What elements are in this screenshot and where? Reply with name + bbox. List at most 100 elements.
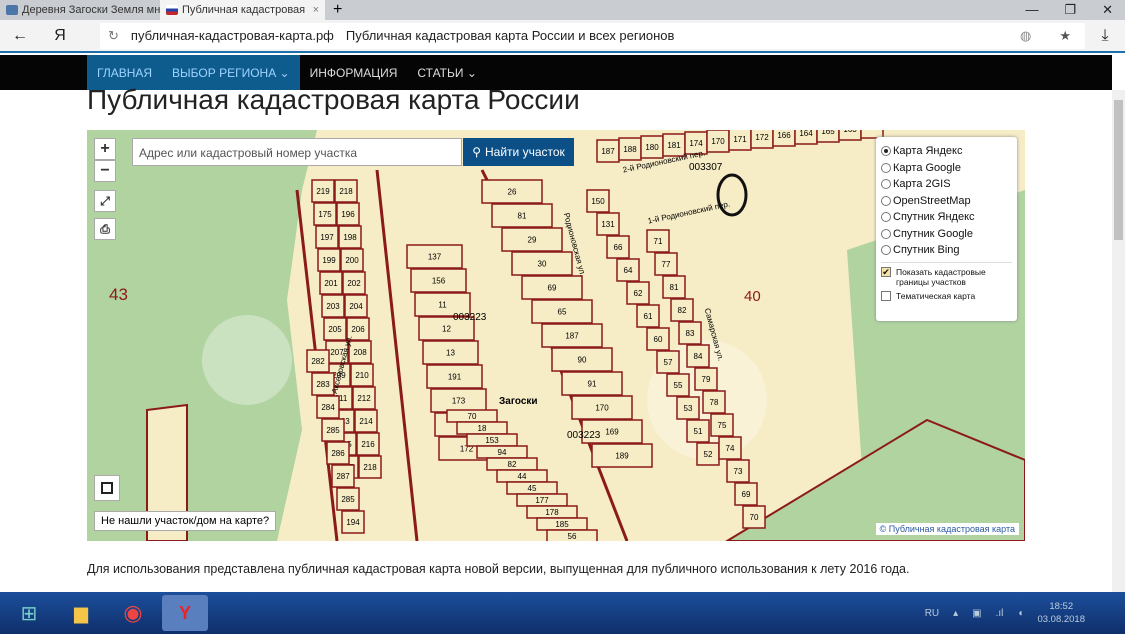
find-parcel-label: Найти участок xyxy=(485,145,565,159)
language-indicator[interactable]: RU xyxy=(925,608,939,619)
parcel-number: 173 xyxy=(452,397,466,406)
parcel-number: 71 xyxy=(654,237,663,246)
vk-icon xyxy=(6,5,18,15)
globe-icon[interactable]: ◍ xyxy=(1020,28,1031,44)
parcel-number: 13 xyxy=(446,349,455,358)
parcel: 61 xyxy=(636,304,660,328)
close-window-icon[interactable]: ✕ xyxy=(1102,2,1113,18)
start-button[interactable]: ⊞ xyxy=(6,595,52,631)
layer-option[interactable]: Спутник Google xyxy=(881,226,1012,243)
radio-icon xyxy=(881,195,891,206)
parcel-number: 286 xyxy=(331,449,345,458)
explorer-icon[interactable]: ▆ xyxy=(58,595,104,631)
parcel: 52 xyxy=(696,442,720,466)
parcel: 177 xyxy=(516,493,568,507)
minimize-icon[interactable]: — xyxy=(1025,2,1038,18)
thematic-map-checkbox[interactable]: Тематическая карта xyxy=(881,290,1012,301)
parcel: 197 xyxy=(315,225,339,249)
layer-option[interactable]: Карта 2GIS xyxy=(881,176,1012,193)
tray-arrow-icon[interactable]: ▴ xyxy=(953,608,958,619)
scrollbar[interactable] xyxy=(1112,90,1125,592)
close-tab-icon[interactable]: × xyxy=(313,4,319,16)
radio-icon xyxy=(881,228,891,239)
square-icon xyxy=(101,482,113,494)
new-tab-button[interactable]: + xyxy=(333,1,342,19)
parcel-number: 44 xyxy=(518,472,527,481)
radio-icon xyxy=(881,162,891,173)
signal-icon[interactable]: .ıl xyxy=(996,608,1004,619)
zoom-out-button[interactable]: − xyxy=(94,160,116,182)
parcel: 282 xyxy=(306,349,330,373)
layer-option[interactable]: Карта Яндекс xyxy=(881,143,1012,160)
not-found-button[interactable]: Не нашли участок/дом на карте? xyxy=(94,511,277,531)
cadastral-map[interactable]: 2191751971992012032052072092112132152172… xyxy=(87,130,1025,541)
yandex-logo[interactable]: Я xyxy=(40,27,80,45)
fullscreen-icon[interactable]: ⤢ xyxy=(94,190,116,212)
parcel: 214 xyxy=(354,409,378,433)
zoom-in-button[interactable]: + xyxy=(94,138,116,160)
show-borders-checkbox[interactable]: ✔ Показать кадастровые границы участков xyxy=(881,266,1012,287)
parcel-number: 202 xyxy=(347,279,361,288)
parcel: 164 xyxy=(794,130,818,145)
parcel-number: 75 xyxy=(718,421,727,430)
parcel: 187 xyxy=(541,323,603,348)
parcel: 173 xyxy=(430,388,487,413)
search-icon: ⚲ xyxy=(472,145,481,159)
chrome-icon[interactable]: ◉ xyxy=(110,595,156,631)
download-icon[interactable]: ⤓ xyxy=(1085,27,1125,45)
search-input[interactable]: Адрес или кадастровый номер участка xyxy=(132,138,462,166)
layer-option[interactable]: Спутник Яндекс xyxy=(881,209,1012,226)
parcel: 56 xyxy=(546,529,598,541)
parcel-number: 91 xyxy=(588,380,597,389)
copyright-link[interactable]: © Публичная кадастровая карта xyxy=(875,523,1019,535)
parcel: 78 xyxy=(702,390,726,414)
bookmark-star-icon[interactable]: ★ xyxy=(1059,28,1071,44)
reload-icon[interactable]: ↻ xyxy=(108,28,119,44)
parcel-number: 282 xyxy=(311,357,325,366)
parcel: 45 xyxy=(506,481,558,495)
parcel: 64 xyxy=(616,258,640,282)
layer-option[interactable]: Спутник Bing xyxy=(881,242,1012,259)
url-field[interactable]: ↻ публичная-кадастровая-карта.рф Публичн… xyxy=(100,22,1085,49)
parcel-number: 52 xyxy=(704,450,713,459)
parcel: 178 xyxy=(526,505,578,519)
parcel-number: 188 xyxy=(623,145,637,154)
back-button[interactable]: ← xyxy=(0,27,40,45)
parcel: 219 xyxy=(311,179,335,203)
select-area-button[interactable] xyxy=(94,475,120,501)
parcel: 73 xyxy=(726,459,750,483)
volume-icon[interactable]: ◖ xyxy=(1017,608,1023,619)
parcel-number: 287 xyxy=(336,472,350,481)
parcel-number: 185 xyxy=(555,520,569,529)
scrollbar-thumb[interactable] xyxy=(1114,100,1123,240)
radio-icon xyxy=(881,245,891,256)
browser-tab-active[interactable]: Публичная кадастровая × xyxy=(160,0,325,20)
parcel: 171 xyxy=(728,130,752,151)
print-icon[interactable]: ⎙ xyxy=(94,218,116,240)
clock[interactable]: 18:52 03.08.2018 xyxy=(1037,600,1085,626)
parcel-number: 187 xyxy=(565,332,579,341)
layer-option[interactable]: OpenStreetMap xyxy=(881,193,1012,210)
parcel-number: 83 xyxy=(686,329,695,338)
parcel: 44 xyxy=(496,469,548,483)
parcel-number: 170 xyxy=(595,404,609,413)
find-parcel-button[interactable]: ⚲ Найти участок xyxy=(463,138,574,166)
parcel: 201 xyxy=(319,271,343,295)
yandex-browser-icon[interactable]: Y xyxy=(162,595,208,631)
network-icon[interactable]: ▣ xyxy=(972,608,981,619)
block-label: 003223 xyxy=(453,312,487,323)
parcel: 191 xyxy=(426,364,483,389)
parcel-number: 78 xyxy=(710,398,719,407)
parcel: 285 xyxy=(336,487,360,511)
layer-option[interactable]: Карта Google xyxy=(881,160,1012,177)
parcel-number: 64 xyxy=(624,266,633,275)
parcel: 70 xyxy=(742,505,766,529)
browser-tab[interactable]: Деревня Загоски Земля мн xyxy=(0,0,160,20)
village-label: Загоски xyxy=(499,396,538,407)
parcel-number: 45 xyxy=(528,484,537,493)
parcel: 57 xyxy=(656,350,680,374)
maximize-icon[interactable]: ❐ xyxy=(1064,2,1076,18)
parcel-number: 65 xyxy=(558,308,567,317)
parcel-number: 167 xyxy=(865,130,879,132)
parcel-number: 29 xyxy=(528,236,537,245)
